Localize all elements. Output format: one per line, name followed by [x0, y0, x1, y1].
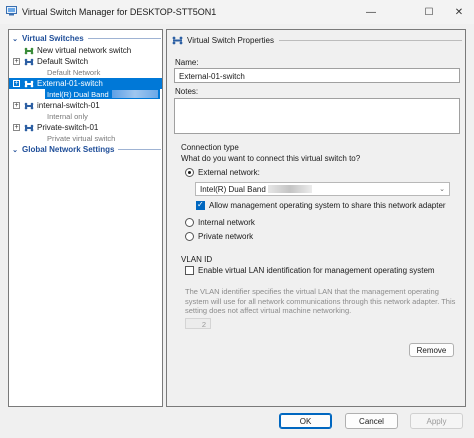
collapse-chevron-icon: ⌄ — [12, 146, 18, 154]
cancel-button[interactable]: Cancel — [345, 413, 398, 429]
hyper-v-icon — [6, 6, 17, 16]
external-network-label: External network: — [198, 168, 260, 177]
expand-icon[interactable]: + — [13, 80, 20, 87]
switch-label: External-01-switch — [37, 79, 103, 88]
new-virtual-switch-item[interactable]: New virtual network switch — [9, 45, 162, 56]
name-input[interactable]: External-01-switch — [174, 68, 460, 83]
section-divider — [87, 38, 161, 39]
adapter-value: Intel(R) Dual Band — [200, 184, 266, 194]
notes-textarea[interactable] — [174, 98, 460, 134]
section-divider — [118, 149, 161, 150]
new-switch-icon — [24, 47, 34, 54]
header-divider — [279, 40, 462, 41]
adapter-name: Intel(R) Dual Band — [47, 89, 109, 99]
chevron-down-icon: ⌄ — [439, 186, 445, 193]
switch-item-private[interactable]: + Private-switch-01 — [9, 122, 162, 133]
switch-icon — [24, 58, 34, 65]
global-network-settings-header: Global Network Settings — [22, 145, 115, 154]
virtual-switches-header: Virtual Switches — [22, 34, 84, 43]
switch-icon — [24, 80, 34, 87]
vlan-id-label: VLAN ID — [181, 255, 213, 264]
internal-network-radio[interactable] — [185, 218, 194, 227]
switch-icon — [24, 102, 34, 109]
minimize-button[interactable]: — — [356, 0, 386, 24]
allow-management-label: Allow management operating system to sha… — [209, 201, 446, 210]
switch-label: internal-switch-01 — [37, 101, 100, 110]
title-bar: Virtual Switch Manager for DESKTOP-STT5O… — [0, 0, 474, 24]
private-network-radio[interactable] — [185, 232, 194, 241]
global-network-settings-section[interactable]: ⌄ Global Network Settings — [11, 144, 161, 155]
maximize-button[interactable]: ☐ — [414, 0, 444, 24]
properties-pane: Virtual Switch Properties Name: External… — [166, 29, 466, 407]
ok-button[interactable]: OK — [279, 413, 332, 429]
enable-vlan-label: Enable virtual LAN identification for ma… — [198, 266, 435, 275]
properties-title: Virtual Switch Properties — [187, 36, 274, 45]
redacted-text — [267, 185, 312, 193]
switch-label: Default Switch — [37, 57, 89, 66]
private-network-label: Private network — [198, 232, 254, 241]
switch-icon — [24, 124, 34, 131]
internal-network-label: Internal network — [198, 218, 255, 227]
switch-subtitle: Internal only — [47, 111, 88, 121]
external-network-radio[interactable] — [185, 168, 194, 177]
enable-vlan-checkbox[interactable] — [185, 266, 194, 275]
expand-icon[interactable]: + — [13, 124, 20, 131]
window-title: Virtual Switch Manager for DESKTOP-STT5O… — [22, 7, 217, 17]
properties-header: Virtual Switch Properties — [172, 35, 462, 46]
connection-question: What do you want to connect this virtual… — [181, 154, 361, 163]
close-button[interactable]: ✕ — [444, 0, 474, 24]
network-adapter-select[interactable]: Intel(R) Dual Band ⌄ — [195, 182, 450, 196]
vlan-description: The VLAN identifier specifies the virtua… — [185, 287, 456, 316]
new-virtual-switch-label: New virtual network switch — [37, 46, 132, 55]
switch-subtitle: Intel(R) Dual Band — [45, 89, 160, 99]
collapse-chevron-icon: ⌄ — [12, 35, 18, 43]
remove-button[interactable]: Remove — [409, 343, 454, 357]
switch-item-external[interactable]: + External-01-switch — [9, 78, 162, 89]
expand-icon[interactable]: + — [13, 58, 20, 65]
notes-label: Notes: — [175, 87, 199, 96]
switch-label: Private-switch-01 — [37, 123, 99, 132]
apply-button[interactable]: Apply — [410, 413, 463, 429]
switch-icon — [172, 36, 183, 45]
virtual-switches-section[interactable]: ⌄ Virtual Switches — [11, 33, 161, 44]
connection-type-label: Connection type — [181, 143, 239, 152]
switch-subtitle: Default Network — [47, 67, 101, 77]
allow-management-checkbox[interactable] — [196, 200, 205, 210]
vlan-id-stepper[interactable]: 2 — [185, 318, 211, 329]
switch-subtitle: Private virtual switch — [47, 133, 116, 143]
switch-item-default[interactable]: + Default Switch — [9, 56, 162, 67]
name-label: Name: — [175, 58, 199, 67]
switch-item-internal[interactable]: + internal-switch-01 — [9, 100, 162, 111]
redacted-text — [111, 90, 158, 98]
expand-icon[interactable]: + — [13, 102, 20, 109]
switch-tree-pane: ⌄ Virtual Switches New virtual network s… — [8, 29, 163, 407]
